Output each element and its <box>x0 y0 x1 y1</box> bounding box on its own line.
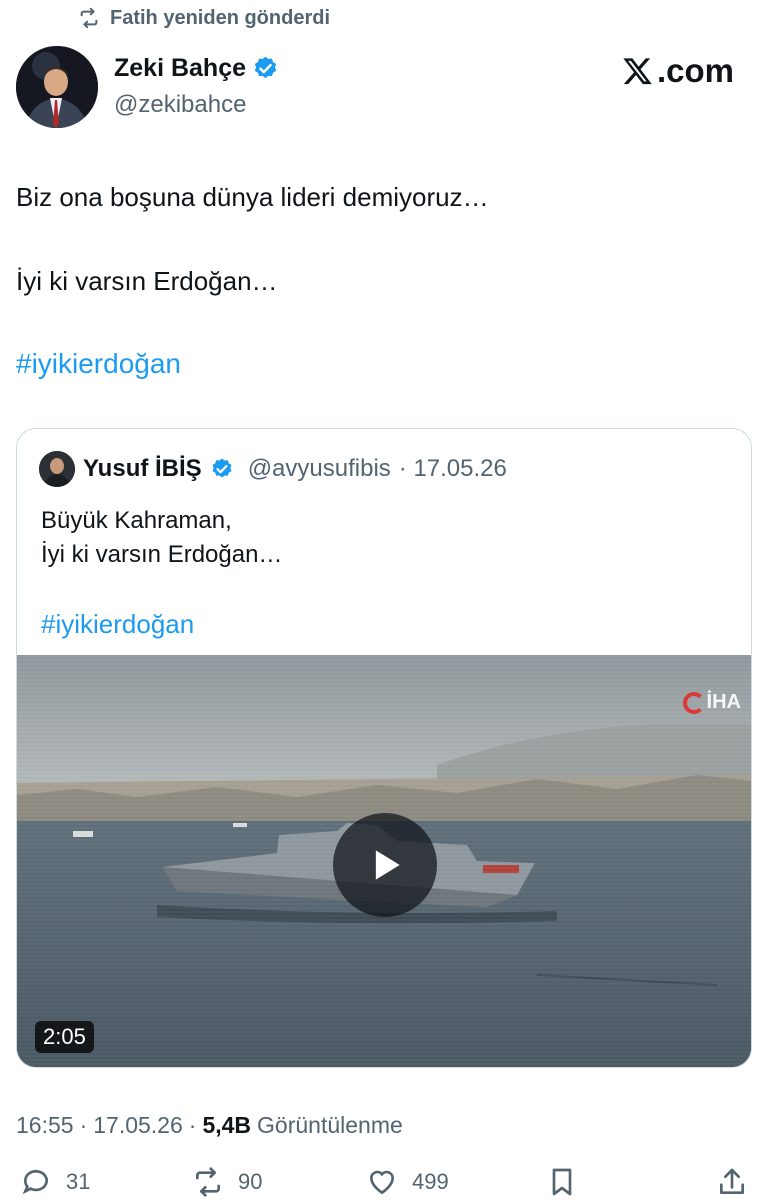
quoted-tweet[interactable]: Yusuf İBİŞ @avyusufibis · 17.05.26 Büyük… <box>16 428 752 1068</box>
video-player[interactable]: İHA 2:05 <box>17 655 751 1067</box>
like-count: 499 <box>412 1169 449 1194</box>
tweet-text-line-2: İyi ki varsın Erdoğan… <box>16 266 278 296</box>
quoted-author-handle[interactable]: @avyusufibis <box>248 455 391 483</box>
bookmark-icon <box>552 1168 572 1196</box>
video-duration: 2:05 <box>35 1021 94 1053</box>
tweet-date[interactable]: 17.05.26 <box>93 1112 183 1139</box>
video-watermark-text: İHA <box>706 691 741 713</box>
quoted-text-line-2: İyi ki varsın Erdoğan… <box>41 541 283 568</box>
x-logo-text: .com <box>656 52 734 89</box>
tweet-text-line-1: Biz ona boşuna dünya lideri demiyoruz… <box>16 182 489 212</box>
tweet-hashtag-link[interactable]: #iyikierdoğan <box>16 348 181 380</box>
x-logo: .com <box>621 52 734 90</box>
x-icon <box>623 58 652 85</box>
verified-badge-icon <box>254 56 277 79</box>
quoted-author-avatar[interactable] <box>39 451 75 487</box>
author-name[interactable]: Zeki Bahçe <box>114 54 246 83</box>
quoted-hashtag-link[interactable]: #iyikierdoğan <box>41 609 194 640</box>
quoted-verified-badge-icon <box>212 458 232 478</box>
share-icon <box>720 1168 744 1194</box>
quoted-author-avatar-image <box>39 451 75 487</box>
retweet-count: 90 <box>238 1169 263 1194</box>
retweet-action-icon <box>196 1167 220 1197</box>
reply-count: 31 <box>66 1169 91 1194</box>
play-button[interactable] <box>333 813 437 917</box>
share-button[interactable] <box>716 1166 748 1198</box>
heart-icon <box>369 1170 395 1195</box>
retweet-button[interactable]: 90 <box>192 1166 262 1198</box>
action-bar: 31 90 499 <box>0 1166 768 1200</box>
author-avatar-image <box>16 46 98 128</box>
retweet-text: Fatih yeniden gönderdi <box>110 6 331 29</box>
play-icon <box>375 850 400 880</box>
views-label: Görüntülenme <box>257 1112 403 1138</box>
reply-icon <box>22 1169 48 1195</box>
author-avatar[interactable] <box>16 46 98 128</box>
retweet-indicator[interactable]: Fatih yeniden gönderdi <box>78 4 330 32</box>
bookmark-button[interactable] <box>546 1166 578 1198</box>
iha-logo-icon <box>682 691 705 714</box>
retweet-icon <box>80 7 98 29</box>
video-watermark: İHA <box>682 691 741 714</box>
quoted-tweet-header: Yusuf İBİŞ @avyusufibis · 17.05.26 <box>39 451 507 487</box>
author-handle[interactable]: @zekibahce <box>114 91 279 119</box>
quoted-author-name[interactable]: Yusuf İBİŞ <box>83 455 202 483</box>
quoted-tweet-date: · 17.05.26 <box>398 455 507 482</box>
tweet-meta: 16:55 · 17.05.26 · 5,4B Görüntülenme <box>16 1112 403 1139</box>
author-info: Zeki Bahçe @zekibahce <box>114 54 279 119</box>
views-count: 5,4B <box>202 1112 252 1138</box>
tweet-time[interactable]: 16:55 <box>16 1112 74 1139</box>
reply-button[interactable]: 31 <box>20 1166 90 1198</box>
like-button[interactable]: 499 <box>366 1166 449 1198</box>
quoted-text-line-1: Büyük Kahraman, <box>41 507 232 534</box>
